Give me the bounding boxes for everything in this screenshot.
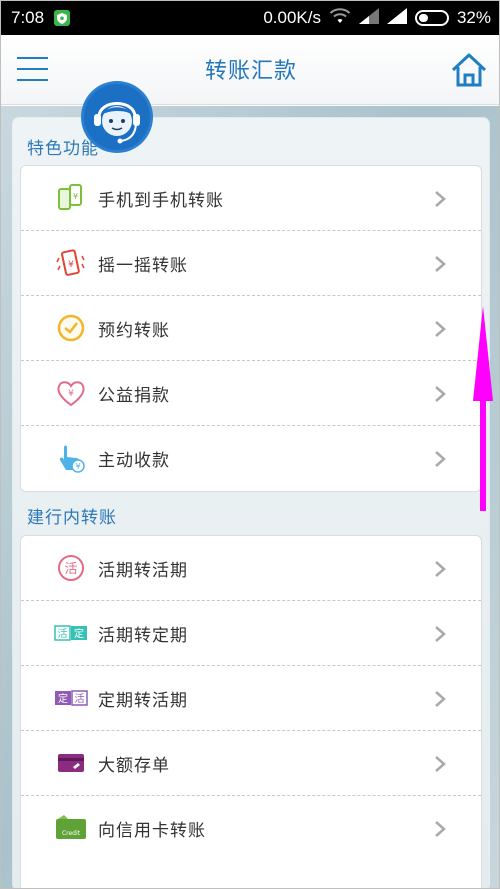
chevron-right-icon [435, 691, 446, 707]
svg-text:¥: ¥ [68, 389, 74, 399]
list-item-scheduled-transfer[interactable]: 预约转账 [21, 296, 481, 361]
list-item-label: 主动收款 [98, 451, 170, 471]
chevron-right-icon [435, 756, 446, 772]
app-frame: 7:08 0.00K/s 32% 转账汇款 特色功能 ¥ 手机到手机转账 ¥ 摇… [0, 0, 500, 889]
list-item-phone-to-phone[interactable]: ¥ 手机到手机转账 [21, 166, 481, 231]
status-right: 0.00K/s 32% [263, 7, 491, 29]
svg-text:¥: ¥ [73, 192, 78, 201]
svg-text:¥: ¥ [75, 462, 80, 471]
list-item-label: 摇一摇转账 [98, 256, 188, 276]
list-item-label: 活期转定期 [98, 626, 188, 646]
list-item-shake-transfer[interactable]: ¥ 摇一摇转账 [21, 231, 481, 296]
hand-yen-icon: ¥ [59, 445, 85, 473]
svg-text:活: 活 [64, 562, 77, 577]
battery-percent: 32% [456, 8, 491, 27]
huo-badge-icon: 活 [58, 555, 84, 581]
list-item-label: 公益捐款 [98, 386, 170, 406]
svg-text:活: 活 [75, 693, 85, 705]
list-item-charity-donation[interactable]: ¥ 公益捐款 [21, 361, 481, 426]
chevron-right-icon [435, 256, 446, 272]
phone-transfer-icon: ¥ [58, 184, 82, 210]
status-bar: 7:08 0.00K/s 32% [1, 1, 499, 35]
chevron-right-icon [435, 191, 446, 207]
svg-text:活: 活 [58, 628, 68, 640]
clock-icon [57, 314, 85, 342]
svg-text:Credit: Credit [62, 830, 81, 837]
list-item-current-to-fixed[interactable]: 活 定 活期转定期 [21, 601, 481, 666]
status-time: 7:08 [11, 8, 45, 27]
shield-icon [54, 10, 71, 26]
signal-icon-2 [386, 7, 407, 29]
chevron-right-icon [435, 626, 446, 642]
chevron-right-icon [435, 386, 446, 402]
intra-bank-card: 活 活期转活期 活 定 活期转定期 定 活 定期转活期 大额存单 Credit … [20, 535, 482, 888]
signal-icon-1 [358, 7, 379, 29]
heart-yen-icon: ¥ [57, 381, 85, 407]
list-item-active-collection[interactable]: ¥ 主动收款 [21, 426, 481, 491]
chevron-right-icon [435, 821, 446, 837]
svg-text:定: 定 [74, 627, 84, 640]
home-icon[interactable] [451, 53, 487, 87]
list-item-credit-card-transfer[interactable]: Credit 向信用卡转账 [21, 796, 481, 861]
swipe-up-arrow-icon [473, 306, 493, 511]
list-item-large-deposit[interactable]: 大额存单 [21, 731, 481, 796]
net-speed: 0.00K/s [263, 8, 321, 27]
svg-text:定: 定 [58, 692, 68, 705]
list-item-label: 手机到手机转账 [98, 191, 224, 211]
customer-service-avatar-icon[interactable] [81, 81, 153, 153]
featured-card: ¥ 手机到手机转账 ¥ 摇一摇转账 预约转账 ¥ 公益捐款 ¥ 主动收款 [20, 165, 482, 492]
ding-huo-icon: 定 活 [55, 690, 88, 706]
header-bar: 转账汇款 [1, 35, 499, 105]
list-item-label: 预约转账 [98, 321, 170, 341]
list-item-label: 活期转活期 [98, 561, 188, 581]
list-item-label: 向信用卡转账 [98, 821, 206, 841]
huo-ding-icon: 活 定 [54, 625, 87, 641]
credit-card-icon: Credit [56, 815, 86, 839]
chevron-right-icon [435, 561, 446, 577]
certificate-card-icon [58, 754, 84, 772]
list-item-fixed-to-current[interactable]: 定 活 定期转活期 [21, 666, 481, 731]
list-item-current-to-current[interactable]: 活 活期转活期 [21, 536, 481, 601]
page-title: 转账汇款 [204, 59, 297, 84]
shake-phone-icon: ¥ [56, 249, 85, 276]
wifi-icon [329, 7, 351, 29]
svg-text:¥: ¥ [68, 260, 74, 270]
list-item-label: 定期转活期 [98, 691, 188, 711]
chevron-right-icon [435, 451, 446, 467]
section-title-intra-bank: 建行内转账 [27, 508, 117, 528]
list-item-label: 大额存单 [98, 756, 170, 776]
chevron-right-icon [435, 321, 446, 337]
battery-icon [414, 10, 449, 26]
